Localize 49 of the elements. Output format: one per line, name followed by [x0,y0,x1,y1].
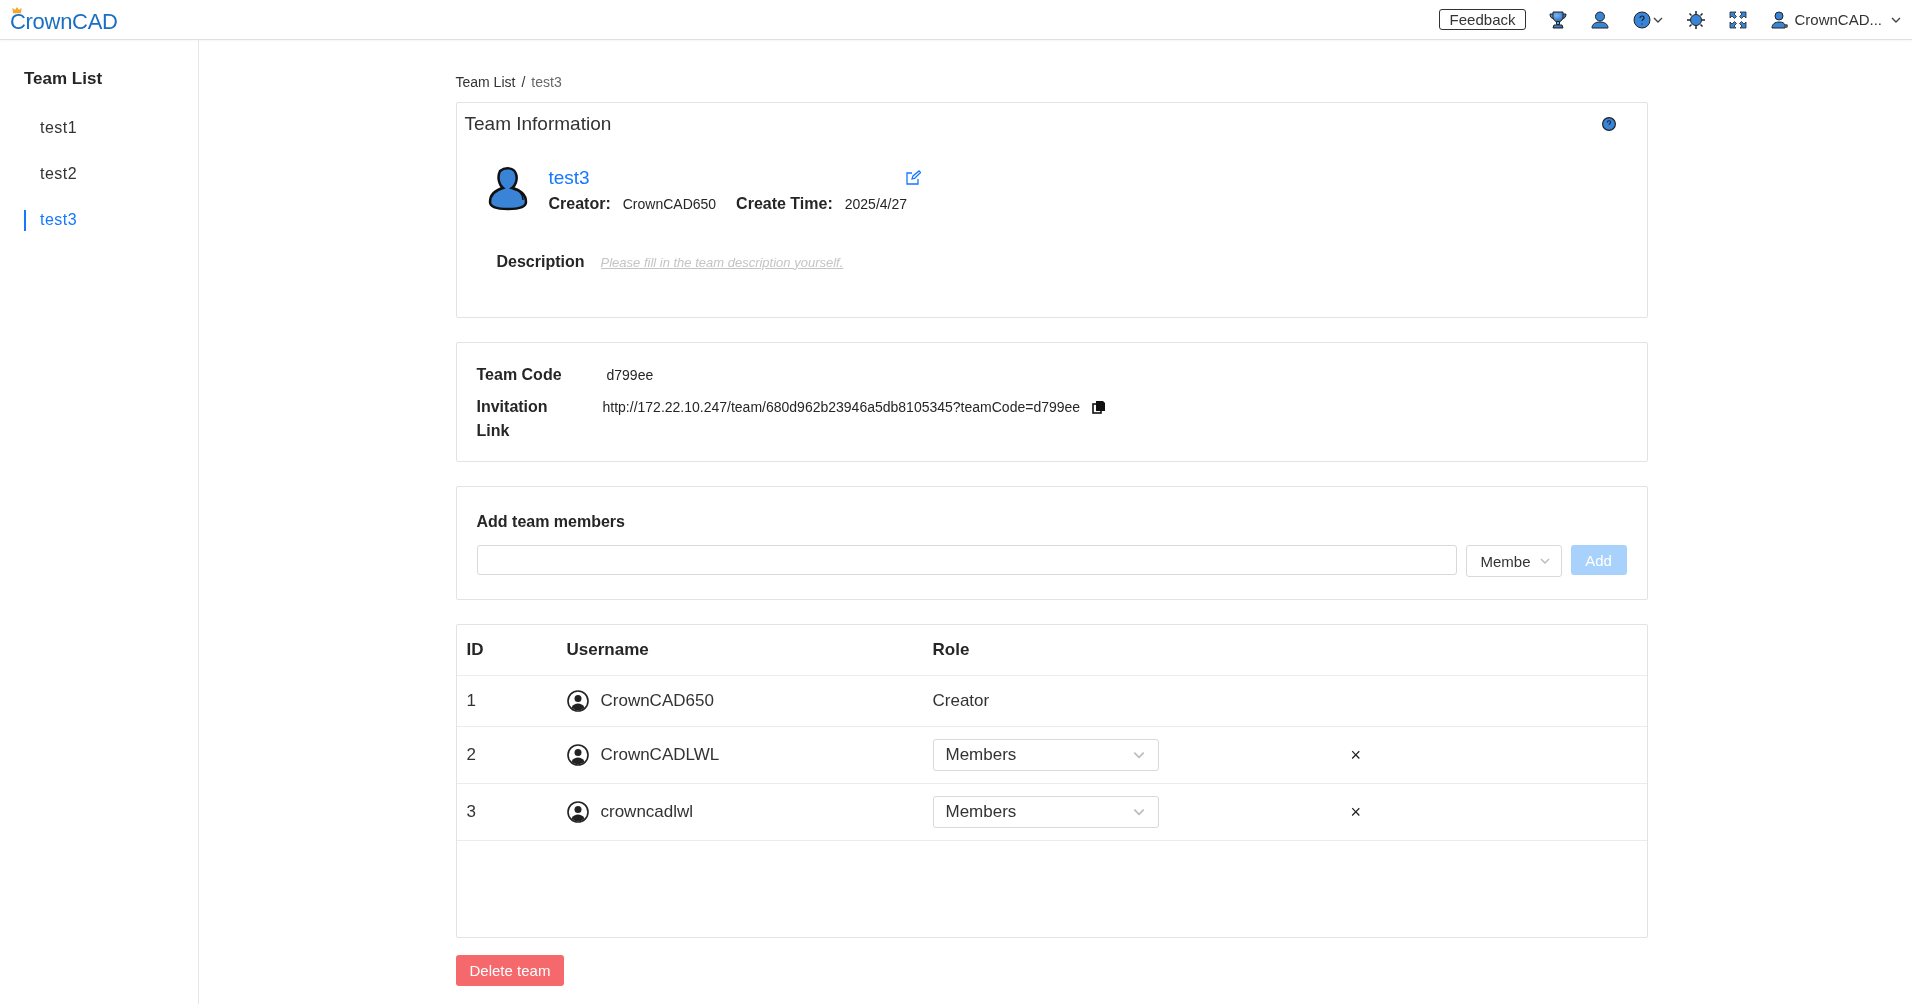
remove-button[interactable]: × [1350,744,1361,766]
username: crowncadlwl [600,802,694,822]
field-label: Description [496,253,585,271]
field-label: Creator: [548,195,611,213]
breadcrumb-item: test3 [531,74,562,90]
table-cell: 2 [456,726,557,784]
field-label: Invitation Link [476,397,549,441]
logo[interactable]: CrownCAD [10,6,118,33]
help-icon[interactable] [1600,116,1617,132]
trophy-icon[interactable] [1548,9,1569,30]
user-menu[interactable]: CrownCAD... [1770,9,1882,30]
sidebar-item[interactable]: test2 [0,151,198,197]
role-dropdown[interactable]: Members [932,796,1159,828]
description-field[interactable]: Please fill in the team description yourself. [600,254,1001,270]
role-text: Creator [932,691,990,710]
table-cell: 1 [456,675,557,727]
team-name: test3 [548,167,591,189]
remove-button[interactable]: × [1350,801,1361,823]
user-icon [566,744,589,766]
user-icon [566,690,589,712]
table-cell: 3 [456,783,557,841]
column-header: ID [456,625,557,676]
field-label: Create Time: [736,195,833,213]
create-time: 2025/4/27 [844,196,908,212]
user-avatar-icon [1770,9,1791,30]
username: CrownCADLWL [600,745,720,765]
sidebar-item[interactable]: test3 [0,197,198,243]
expand-icon[interactable] [1728,9,1749,30]
sidebar-title: Team List [23,69,104,90]
column-header: Role [922,625,1233,676]
team-code: d799ee [606,366,655,385]
edit-icon[interactable] [904,170,921,186]
column-header: Username [556,625,923,676]
creator-name: CrownCAD650 [622,196,717,212]
user-icon[interactable] [1590,9,1611,30]
breadcrumb-separator: / [521,74,526,90]
breadcrumb-item[interactable]: Team List [455,74,516,90]
user-icon [566,801,589,823]
username: CrownCAD650 [600,691,714,711]
username-field[interactable] [476,545,1457,575]
help-icon[interactable] [1632,9,1653,30]
field-label: Team Code [476,365,563,385]
feedback-button[interactable]: Feedback [1438,9,1527,30]
sidebar-item[interactable]: test1 [0,105,198,151]
copy-icon[interactable] [1092,400,1107,414]
sun-icon[interactable] [1686,9,1707,30]
role-dropdown[interactable]: Members [932,739,1159,771]
card-title: Team Information [464,113,612,135]
card-title: Add team members [476,513,626,531]
